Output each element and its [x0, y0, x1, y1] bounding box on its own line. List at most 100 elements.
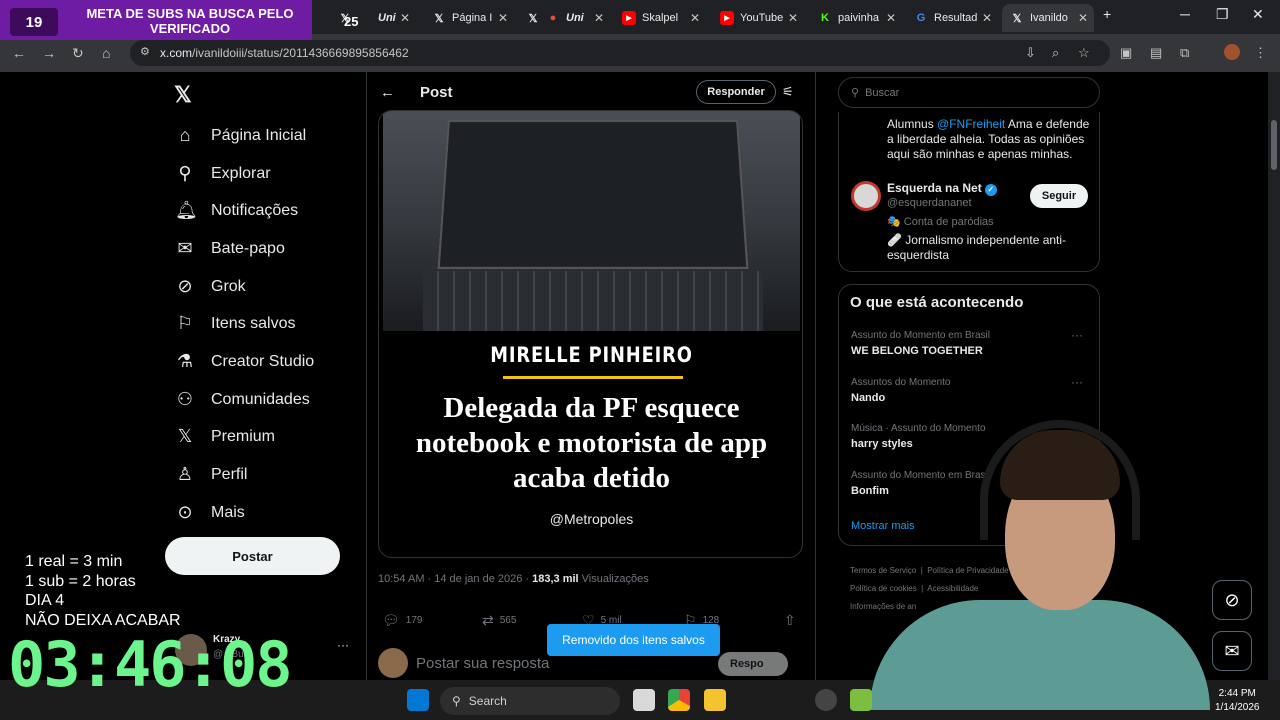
extension-icon[interactable]: ▣: [1120, 45, 1132, 61]
url-bar[interactable]: ⚙ x.com/ivanildoiii/status/2011436669895…: [130, 40, 1110, 66]
window-close-button[interactable]: ✕: [1252, 6, 1264, 23]
image-headline: Delegada da PF esquece notebook e motori…: [415, 392, 768, 494]
close-icon[interactable]: ✕: [788, 11, 798, 25]
goal-text: META DE SUBS NA BUSCA PELO VERIFICADO: [86, 6, 294, 36]
sidebar-item-grok[interactable]: ⊘ Grok: [175, 276, 245, 297]
suggested-account-handle: @esquerdananet: [887, 197, 972, 209]
windows-start-icon[interactable]: [407, 689, 429, 711]
brand-underline: [503, 376, 683, 379]
filter-icon[interactable]: ⚟: [782, 84, 794, 100]
home-browser-icon[interactable]: ⌂: [102, 45, 110, 61]
post-media[interactable]: MIRELLE PINHEIRO Delegada da PF esquece …: [378, 110, 803, 558]
profile-bio: Alumnus @FNFreiheit Ama e defende a libe…: [887, 117, 1090, 161]
extension-icon[interactable]: ▤: [1150, 45, 1162, 61]
back-icon[interactable]: ←: [12, 45, 26, 61]
repost-action[interactable]: ⇄ 565: [482, 612, 516, 629]
sidebar-item-profile[interactable]: ♙ Perfil: [175, 464, 248, 485]
scrollbar-thumb[interactable]: [1271, 120, 1277, 170]
stream-rules: 1 real = 3 min 1 sub = 2 horas DIA 4 NÃO…: [25, 553, 181, 629]
x-logo-icon[interactable]: 𝕏: [174, 82, 192, 108]
close-icon[interactable]: ✕: [594, 11, 604, 25]
more-dots-icon[interactable]: ···: [337, 638, 349, 652]
task-view-icon[interactable]: [633, 689, 655, 711]
reply-header-button[interactable]: Responder: [696, 80, 776, 104]
search-input[interactable]: ⚲ Buscar: [838, 77, 1100, 108]
google-icon: G: [916, 12, 926, 24]
browser-tab[interactable]: ▶ Skalpel ✕: [614, 4, 706, 32]
x-icon: 𝕏: [434, 12, 444, 25]
forward-icon[interactable]: →: [42, 45, 56, 61]
browser-tab[interactable]: ▶ YouTube ✕: [712, 4, 804, 32]
taskbar-clock[interactable]: 2:44 PM 1/14/2026: [1215, 687, 1260, 715]
profile-avatar[interactable]: [1224, 44, 1240, 60]
close-icon[interactable]: ✕: [982, 11, 992, 25]
sidebar-item-explore[interactable]: ⚲ Explorar: [175, 163, 270, 184]
bio-mention-link[interactable]: @FNFreiheit: [937, 117, 1005, 131]
chrome-icon[interactable]: [668, 689, 690, 711]
scrollbar[interactable]: [1268, 72, 1280, 680]
image-brand: MIRELLE PINHEIRO: [490, 343, 693, 367]
sidebar-item-bookmarks[interactable]: ⚐ Itens salvos: [175, 313, 296, 334]
close-icon[interactable]: ✕: [498, 11, 508, 25]
browser-tab[interactable]: 𝕏 Página I ✕: [424, 4, 514, 32]
trend-item[interactable]: Assunto do Momento em Brasil WE BELONG TO…: [851, 328, 1083, 357]
toast-notification: Removido dos itens salvos: [547, 624, 720, 656]
webcam-overlay: [790, 400, 1210, 710]
grok-fab-icon[interactable]: ⊘: [1212, 580, 1252, 620]
close-icon[interactable]: ✕: [886, 11, 896, 25]
bookmark-star-icon[interactable]: ☆: [1078, 45, 1090, 61]
folder-icon[interactable]: [704, 689, 726, 711]
more-dots-icon[interactable]: ···: [1071, 375, 1083, 389]
sidebar-item-premium[interactable]: 𝕏 Premium: [175, 426, 275, 447]
sidebar-item-communities[interactable]: ⚇ Comunidades: [175, 389, 310, 410]
laptop-photo: [383, 111, 800, 331]
sidebar-item-home[interactable]: ⌂ Página Inicial: [175, 125, 307, 146]
post-button[interactable]: Postar: [165, 537, 340, 575]
trends-title: O que está acontecendo: [850, 294, 1024, 311]
sidebar-item-chat[interactable]: ✉ Bate-papo: [175, 238, 284, 259]
sidebar-item-more[interactable]: ⊙ Mais: [175, 502, 244, 523]
home-icon: ⌂: [179, 125, 191, 145]
menu-icon[interactable]: ⋮: [1254, 45, 1267, 61]
image-handle: @Metropoles: [549, 511, 634, 527]
browser-tab[interactable]: G Resultad ✕: [906, 4, 998, 32]
taskbar-search[interactable]: ⚲ Search: [440, 687, 620, 715]
minimize-button[interactable]: ─: [1180, 6, 1190, 22]
close-icon[interactable]: ✕: [400, 11, 410, 25]
close-icon[interactable]: ✕: [1078, 11, 1088, 25]
tab-counter-badge: 25: [344, 14, 359, 29]
youtube-icon: ▶: [720, 11, 734, 25]
back-arrow-icon[interactable]: ←: [380, 84, 395, 101]
avatar[interactable]: [851, 181, 881, 211]
site-info-icon[interactable]: ⚙: [140, 45, 150, 58]
zoom-icon[interactable]: ⌕: [1052, 45, 1059, 61]
new-tab-button[interactable]: +: [1103, 6, 1111, 22]
follow-button[interactable]: Seguir: [1030, 184, 1088, 208]
maximize-button[interactable]: ❐: [1216, 6, 1229, 23]
more-dots-icon[interactable]: ···: [1071, 328, 1083, 342]
messages-fab-icon[interactable]: ✉: [1212, 631, 1252, 671]
suggested-account-name[interactable]: Esquerda na Net ✓: [887, 181, 997, 196]
reply-action[interactable]: 💬︎ 179: [382, 612, 422, 629]
sidebar-item-notifications[interactable]: 🔔︎ Notificações: [175, 200, 298, 221]
browser-tab[interactable]: Kpaivinha ✕: [810, 4, 902, 32]
reply-icon: 💬︎: [382, 612, 400, 628]
suggested-account-desc: 🩹 Jornalismo independente anti-esquerdis…: [887, 233, 1067, 262]
avatar: [378, 648, 408, 678]
browser-tab[interactable]: 𝕏 ● Uni ✕: [518, 4, 610, 32]
close-icon[interactable]: ✕: [690, 11, 700, 25]
browser-tab-active[interactable]: 𝕏 Ivanildo ✕: [1002, 4, 1094, 32]
app-icon[interactable]: [850, 689, 872, 711]
reload-icon[interactable]: ↻: [72, 45, 84, 62]
url-host: x.com: [160, 46, 193, 60]
sidebar-item-creator-studio[interactable]: ⚗ Creator Studio: [175, 351, 314, 372]
reply-input[interactable]: Postar sua resposta: [416, 655, 549, 672]
install-icon[interactable]: ⇩: [1025, 45, 1036, 61]
obs-icon[interactable]: [815, 689, 837, 711]
search-icon: ⚲: [851, 87, 860, 99]
headphones: [980, 420, 1140, 540]
browser-tab[interactable]: 𝕏 Uni ✕: [330, 4, 416, 32]
puzzle-icon[interactable]: ⧉: [1180, 45, 1189, 61]
record-icon: ●: [549, 12, 557, 24]
reply-submit-button[interactable]: Respo: [718, 652, 788, 676]
